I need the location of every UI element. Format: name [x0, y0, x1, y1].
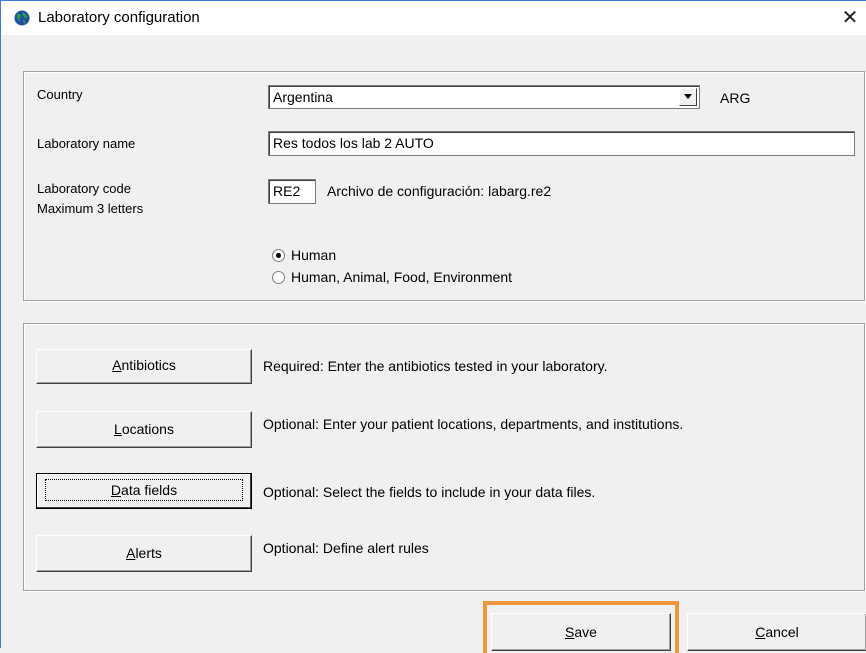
lab-code-field[interactable]: RE2: [268, 179, 316, 204]
lab-code-value: RE2: [273, 183, 301, 199]
chevron-down-icon: [684, 94, 692, 99]
locations-button[interactable]: Locations: [36, 411, 252, 448]
radio-human[interactable]: [272, 249, 285, 262]
radio-human-label[interactable]: Human: [291, 247, 336, 263]
antibiotics-button[interactable]: Antibiotics: [36, 349, 252, 384]
alerts-description: Optional: Define alert rules: [263, 540, 429, 556]
data-fields-button[interactable]: Data fields: [36, 473, 252, 509]
country-code: ARG: [720, 90, 751, 106]
lab-name-value: Res todos los lab 2 AUTO: [273, 135, 434, 151]
country-select[interactable]: Argentina: [268, 85, 700, 109]
lab-code-hint: Maximum 3 letters: [37, 201, 144, 216]
data-fields-description: Optional: Select the fields to include i…: [263, 484, 596, 500]
antibiotics-description: Required: Enter the antibiotics tested i…: [263, 358, 608, 374]
country-dropdown-button[interactable]: [679, 88, 697, 106]
lab-name-field[interactable]: Res todos los lab 2 AUTO: [268, 131, 855, 156]
cancel-button[interactable]: Cancel: [687, 613, 866, 651]
save-highlight-box: [483, 601, 679, 653]
window-title: Laboratory configuration: [38, 9, 200, 26]
close-button[interactable]: ✕: [833, 1, 866, 35]
config-file-text: Archivo de configuración: labarg.re2: [327, 183, 552, 199]
radio-human-animal-food-environment[interactable]: [272, 271, 285, 284]
lab-name-label: Laboratory name: [37, 136, 136, 151]
country-value: Argentina: [273, 89, 333, 105]
alerts-button[interactable]: Alerts: [36, 535, 252, 572]
lab-code-label: Laboratory code: [37, 181, 131, 196]
close-icon: ✕: [841, 7, 859, 29]
country-label: Country: [37, 87, 83, 102]
globe-icon: [14, 10, 30, 26]
laboratory-configuration-window: Laboratory configuration ✕ Country Argen…: [0, 0, 866, 653]
title-bar: Laboratory configuration ✕: [1, 1, 866, 35]
radio-all-label[interactable]: Human, Animal, Food, Environment: [291, 269, 512, 285]
locations-description: Optional: Enter your patient locations, …: [263, 416, 684, 432]
